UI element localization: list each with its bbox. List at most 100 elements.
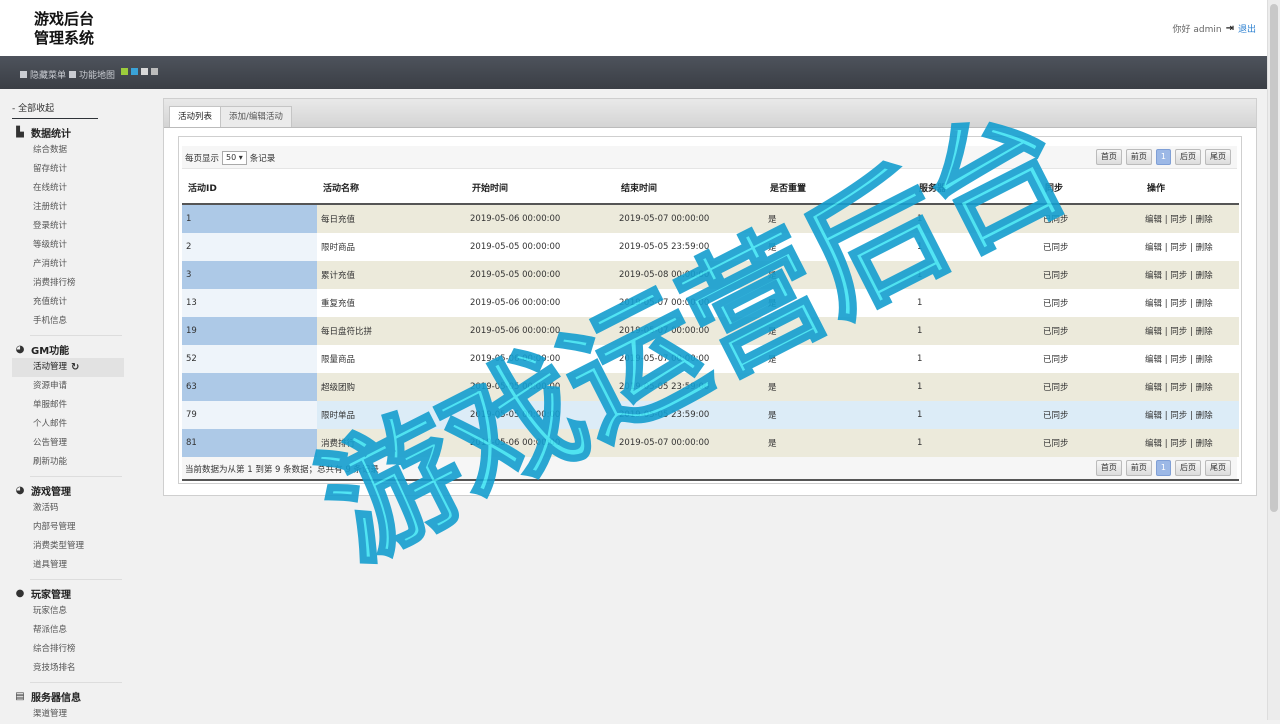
sidebar-item[interactable]: 活动管理 ↻ xyxy=(12,358,124,377)
sidebar-item[interactable]: 公告管理 xyxy=(12,434,124,453)
sync-link[interactable]: 同步 xyxy=(1170,439,1187,449)
delete-link[interactable]: 删除 xyxy=(1196,243,1213,253)
pager-next-button[interactable]: 后页 xyxy=(1175,149,1201,165)
delete-link[interactable]: 删除 xyxy=(1196,215,1213,225)
table-row[interactable]: 79 限时单品 2019-05-05 00:00:00 2019-05-05 23:5… xyxy=(182,401,1239,429)
sidebar-item[interactable]: 在线统计 xyxy=(12,179,124,198)
hide-menu-button[interactable]: 隐藏菜单 xyxy=(20,68,66,81)
sidebar-group-title[interactable]: ▙ 数据统计 xyxy=(12,123,124,141)
theme-swatch-blue[interactable] xyxy=(131,68,138,75)
column-header[interactable]: 是否重置 xyxy=(764,171,913,205)
edit-link[interactable]: 编辑 xyxy=(1145,271,1162,281)
exit-icon[interactable]: ⇥ xyxy=(1226,23,1234,34)
delete-link[interactable]: 删除 xyxy=(1196,439,1213,449)
table-row[interactable]: 63 超级团购 2019-05-05 00:00:00 2019-05-05 23:5… xyxy=(182,373,1239,401)
sidebar-item[interactable]: 单服邮件 xyxy=(12,396,124,415)
page-scrollbar[interactable] xyxy=(1267,0,1280,720)
pager-page-1[interactable]: 1 xyxy=(1155,460,1171,476)
theme-swatch-gray[interactable] xyxy=(151,68,158,75)
edit-link[interactable]: 编辑 xyxy=(1145,383,1162,393)
table-row[interactable]: 52 限量商品 2019-05-06 00:00:00 2019-05-07 00:0… xyxy=(182,345,1239,373)
sidebar-item[interactable]: 综合排行榜 xyxy=(12,640,124,659)
scrollbar-thumb[interactable] xyxy=(1270,4,1278,512)
pager-prev-button[interactable]: 前页 xyxy=(1125,149,1152,165)
sidebar-item[interactable]: 消费排行榜 xyxy=(12,274,124,293)
collapse-all-link[interactable]: - 全部收起 xyxy=(12,100,98,119)
table-row[interactable]: 3 累计充值 2019-05-05 00:00:00 2019-05-08 00:00… xyxy=(182,261,1239,289)
column-header[interactable]: 同步 xyxy=(1039,171,1141,205)
table-row[interactable]: 13 重复充值 2019-05-06 00:00:00 2019-05-07 00:0… xyxy=(182,289,1239,317)
refresh-icon[interactable]: ↻ xyxy=(71,358,79,377)
edit-link[interactable]: 编辑 xyxy=(1145,411,1162,421)
delete-link[interactable]: 删除 xyxy=(1196,299,1213,309)
table-row[interactable]: 1 每日充值 2019-05-06 00:00:00 2019-05-07 00:00… xyxy=(182,204,1239,233)
delete-link[interactable]: 删除 xyxy=(1196,383,1213,393)
pager-first-button[interactable]: 首页 xyxy=(1095,460,1122,476)
sidebar-item[interactable]: 资源申请 xyxy=(12,377,124,396)
column-header[interactable]: 操作 xyxy=(1141,171,1239,205)
sync-link[interactable]: 同步 xyxy=(1170,327,1187,337)
edit-link[interactable]: 编辑 xyxy=(1145,215,1162,225)
delete-link[interactable]: 删除 xyxy=(1196,327,1213,337)
function-map-button[interactable]: 功能地图 xyxy=(69,68,115,81)
edit-link[interactable]: 编辑 xyxy=(1145,243,1162,253)
pager-prev-button[interactable]: 前页 xyxy=(1125,460,1152,476)
delete-link[interactable]: 删除 xyxy=(1196,271,1213,281)
pager-last-button[interactable]: 尾页 xyxy=(1205,149,1231,165)
edit-link[interactable]: 编辑 xyxy=(1145,355,1162,365)
sidebar-item[interactable]: 等级统计 xyxy=(12,236,124,255)
edit-link[interactable]: 编辑 xyxy=(1145,299,1162,309)
sidebar-item[interactable]: 内部号管理 xyxy=(12,518,124,537)
pager-page-1[interactable]: 1 xyxy=(1155,149,1171,165)
per-page-select[interactable]: 50 ▾ xyxy=(222,151,247,165)
delete-link[interactable]: 删除 xyxy=(1196,411,1213,421)
sidebar-group-title[interactable]: ◕ 游戏管理 xyxy=(12,481,124,499)
sidebar-item[interactable]: 渠道管理 xyxy=(12,705,124,724)
sync-link[interactable]: 同步 xyxy=(1170,411,1187,421)
edit-link[interactable]: 编辑 xyxy=(1145,439,1162,449)
sidebar-item[interactable]: 手机信息 xyxy=(12,312,124,331)
sync-link[interactable]: 同步 xyxy=(1170,215,1187,225)
sync-link[interactable]: 同步 xyxy=(1170,243,1187,253)
sidebar-group-title[interactable]: ◕ GM功能 xyxy=(12,340,124,358)
sidebar-item[interactable]: 留存统计 xyxy=(12,160,124,179)
column-header[interactable]: 开始时间 xyxy=(466,171,615,205)
tab-activity-list[interactable]: 活动列表 xyxy=(169,106,222,127)
pager-next-button[interactable]: 后页 xyxy=(1175,460,1201,476)
sidebar-item[interactable]: 帮派信息 xyxy=(12,621,124,640)
sidebar-item[interactable]: 刷新功能 xyxy=(12,453,124,472)
sync-link[interactable]: 同步 xyxy=(1170,299,1187,309)
tab-add-edit-activity[interactable]: 添加/编辑活动 xyxy=(220,106,292,127)
sidebar-item[interactable]: 激活码 xyxy=(12,499,124,518)
sidebar-item[interactable]: 充值统计 xyxy=(12,293,124,312)
sync-link[interactable]: 同步 xyxy=(1170,271,1187,281)
sidebar-item[interactable]: 产消统计 xyxy=(12,255,124,274)
pager-first-button[interactable]: 首页 xyxy=(1095,149,1122,165)
sidebar-group-title[interactable]: ● 玩家管理 xyxy=(12,584,124,602)
sidebar-item[interactable]: 个人邮件 xyxy=(12,415,124,434)
table-cell: 13 xyxy=(182,289,317,317)
theme-swatch-light[interactable] xyxy=(141,68,148,75)
sidebar-item[interactable]: 注册统计 xyxy=(12,198,124,217)
table-row[interactable]: 2 限时商品 2019-05-05 00:00:00 2019-05-05 23:59… xyxy=(182,233,1239,261)
table-row[interactable]: 81 消费排行 2019-05-06 00:00:00 2019-05-07 00:0… xyxy=(182,429,1239,457)
column-header[interactable]: 结束时间 xyxy=(615,171,764,205)
column-header[interactable]: 活动名称 xyxy=(317,171,466,205)
theme-swatch-green[interactable] xyxy=(121,68,128,75)
column-header[interactable]: 活动ID xyxy=(182,171,317,205)
sidebar-item[interactable]: 登录统计 xyxy=(12,217,124,236)
table-row[interactable]: 19 每日盘符比拼 2019-05-06 00:00:00 2019-05-07 00… xyxy=(182,317,1239,345)
edit-link[interactable]: 编辑 xyxy=(1145,327,1162,337)
sidebar-item[interactable]: 玩家信息 xyxy=(12,602,124,621)
sidebar-item[interactable]: 综合数据 xyxy=(12,141,124,160)
sidebar-group-title[interactable]: ▤ 服务器信息 xyxy=(12,687,124,705)
pager-last-button[interactable]: 尾页 xyxy=(1205,460,1231,476)
sync-link[interactable]: 同步 xyxy=(1170,355,1187,365)
sidebar-item[interactable]: 消费类型管理 xyxy=(12,537,124,556)
sync-link[interactable]: 同步 xyxy=(1170,383,1187,393)
column-header[interactable]: 服务器 xyxy=(913,171,1039,205)
delete-link[interactable]: 删除 xyxy=(1196,355,1213,365)
sidebar-item[interactable]: 道具管理 xyxy=(12,556,124,575)
sidebar-item[interactable]: 竞技场排名 xyxy=(12,659,124,678)
logout-link[interactable]: 退出 xyxy=(1238,22,1256,35)
